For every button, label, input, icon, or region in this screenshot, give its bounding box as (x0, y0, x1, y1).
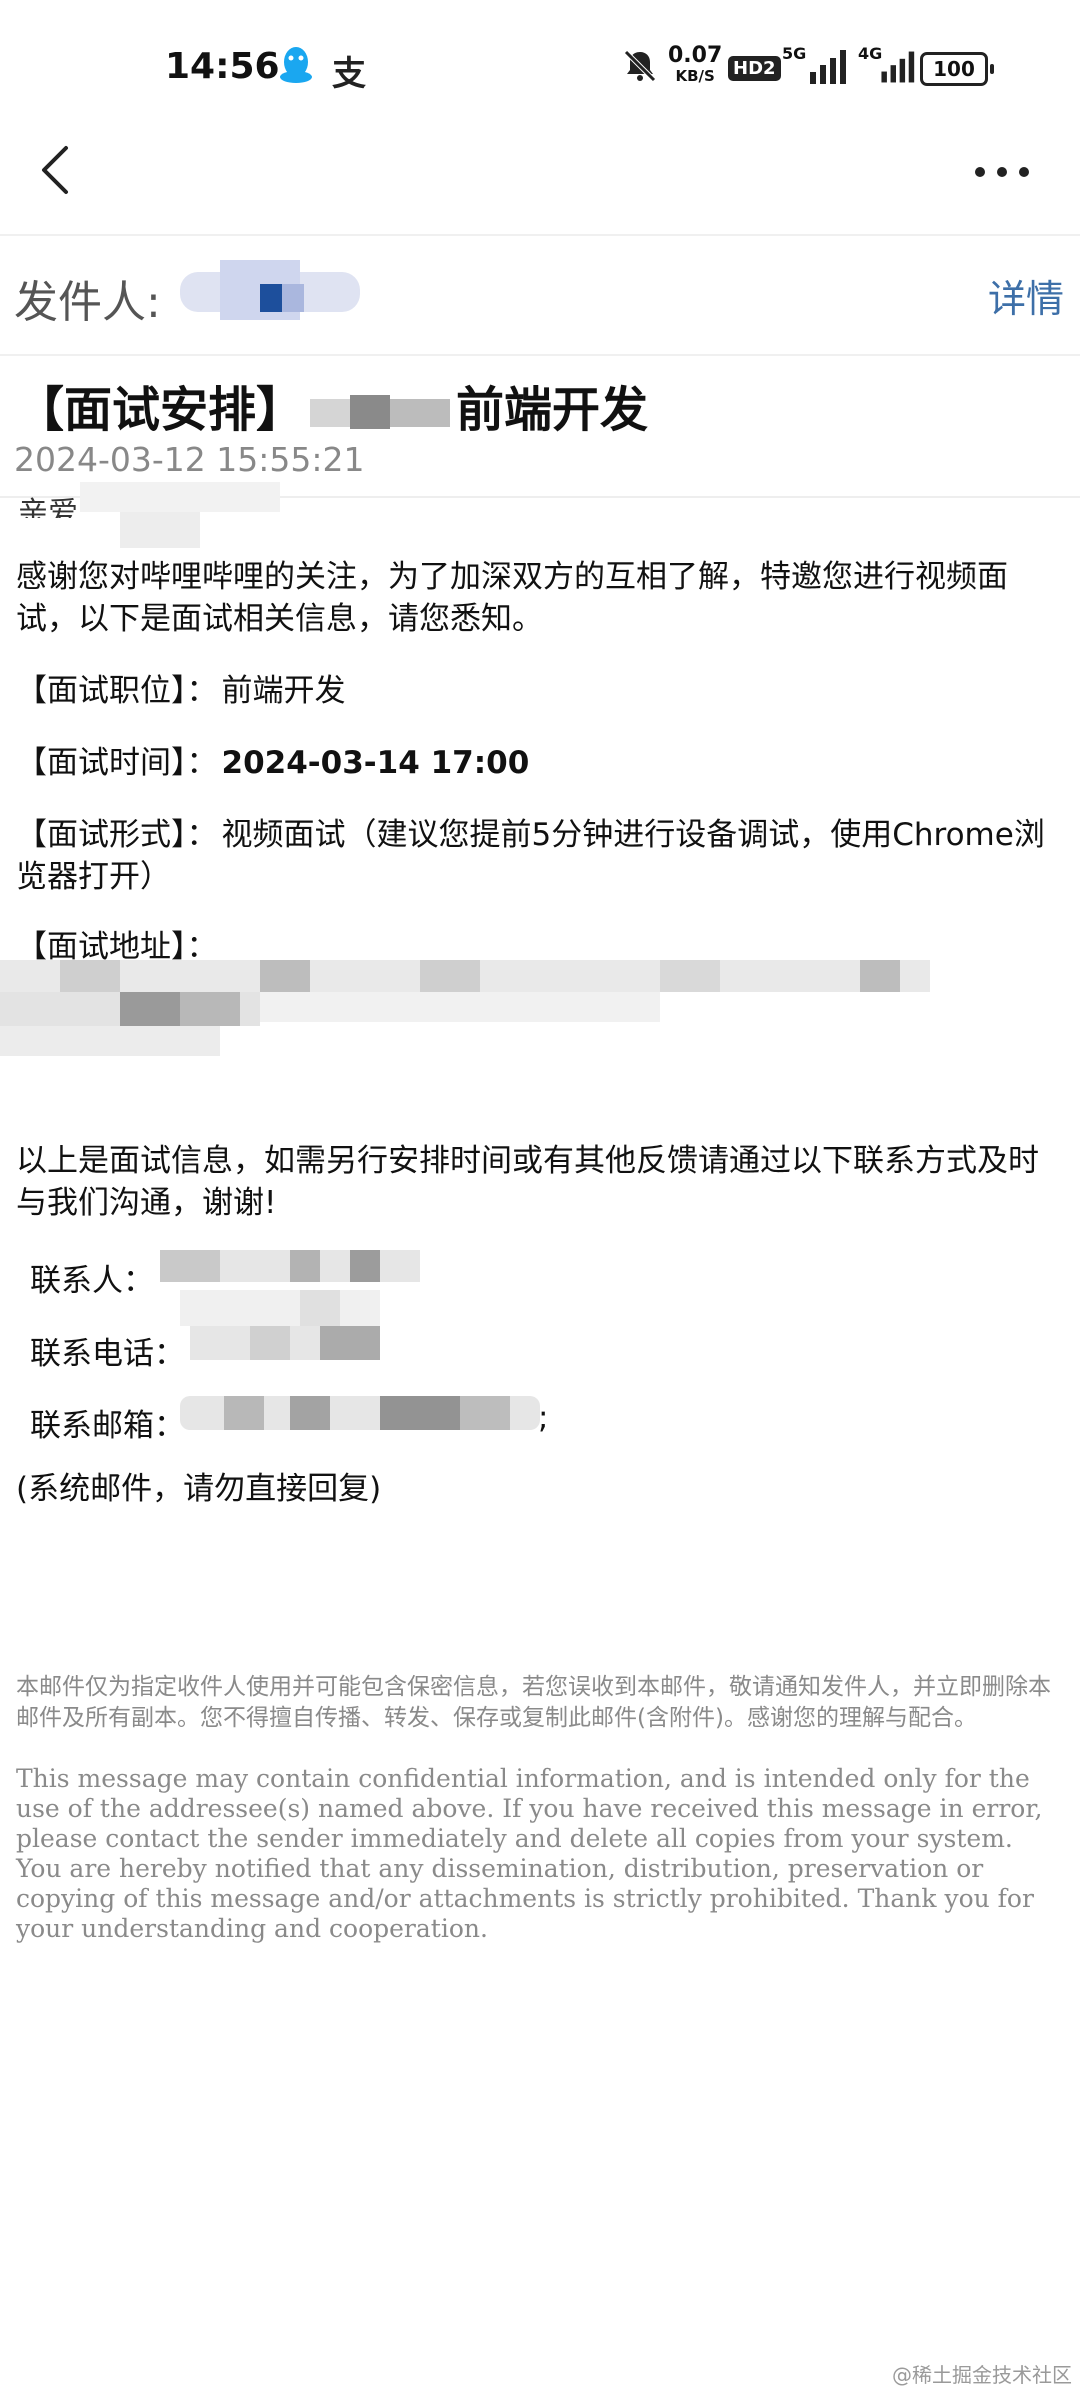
hd-voice-icon: HD2 (728, 56, 781, 81)
intro-paragraph: 感谢您对哔哩哔哩的关注，为了加深双方的互相了解，特邀您进行视频面试，以下是面试相… (16, 559, 1008, 637)
field-position-value: 前端开发 (221, 673, 346, 709)
watermark: @稀土掘金技术社区 (892, 2363, 1072, 2387)
email-subject: 【面试安排】 前端开发 (16, 370, 648, 440)
details-link[interactable]: 详情 (988, 268, 1064, 323)
contact-email-redaction (180, 1396, 540, 1430)
contact-phone-redaction (190, 1326, 380, 1360)
contact-person-redaction (160, 1250, 420, 1282)
contact-phone: 联系电话： (30, 1336, 185, 1372)
contact-person: 联系人： (30, 1263, 154, 1299)
field-format-label: 【面试形式】： (16, 817, 218, 853)
field-format: 【面试形式】： 视频面试（建议您提前5分钟进行设备调试，使用Chrome浏览器打开… (16, 814, 1056, 898)
closing-paragraph: 以上是面试信息，如需另行安排时间或有其他反馈请通过以下联系方式及时与我们沟通，谢… (16, 1143, 1039, 1221)
email-date: 2024-03-12 15:55:21 (14, 440, 365, 479)
field-position: 【面试职位】： 前端开发 (16, 670, 346, 712)
net-speed-value: 0.07 (668, 43, 723, 68)
subject-suffix: 前端开发 (456, 382, 649, 438)
disclaimer-chinese: 本邮件仅为指定收件人使用并可能包含保密信息，若您误收到本邮件，敬请通知发件人，并… (16, 1674, 1051, 1731)
battery-icon: 100 (920, 52, 994, 86)
field-time: 【面试时间】： 2024-03-14 17:00 (16, 742, 529, 784)
field-position-label: 【面试职位】： (16, 673, 218, 709)
contact-email-trailing: ; (538, 1400, 549, 1436)
status-time: 14:56 (165, 46, 280, 87)
net-speed-unit: KB/S (675, 67, 715, 85)
alipay-icon: 支 (332, 54, 366, 94)
signal-4g-icon (881, 51, 915, 83)
signal-5g-icon (810, 50, 846, 84)
net-speed: 0.07 KB/S (668, 43, 723, 86)
sender-name-blurred[interactable] (180, 258, 360, 324)
greeting-redaction (80, 482, 280, 548)
system-note: (系统邮件，请勿直接回复) (16, 1471, 382, 1507)
address-url-redaction (0, 960, 930, 1056)
disclaimer-english: This message may contain confidential in… (16, 1764, 1043, 1943)
sender-label: 发件人: (14, 277, 161, 328)
status-bar: 14:56 支 0.07 KB/S HD2 5G 4G 100 (0, 0, 1080, 130)
top-nav-bar (0, 130, 1080, 236)
field-time-value: 2024-03-14 17:00 (221, 745, 530, 781)
more-dots-icon[interactable] (972, 160, 1032, 184)
subject-prefix: 【面试安排】 (16, 382, 305, 438)
field-time-label: 【面试时间】： (16, 745, 218, 781)
back-chevron-icon[interactable] (36, 144, 76, 196)
subject-redaction (310, 395, 451, 429)
qq-icon (280, 47, 312, 83)
mute-bell-icon (624, 50, 656, 82)
sender-row: 发件人: 详情 (0, 236, 1080, 356)
greeting: 亲爱 (18, 496, 78, 518)
contact-email: 联系邮箱： (30, 1408, 185, 1444)
